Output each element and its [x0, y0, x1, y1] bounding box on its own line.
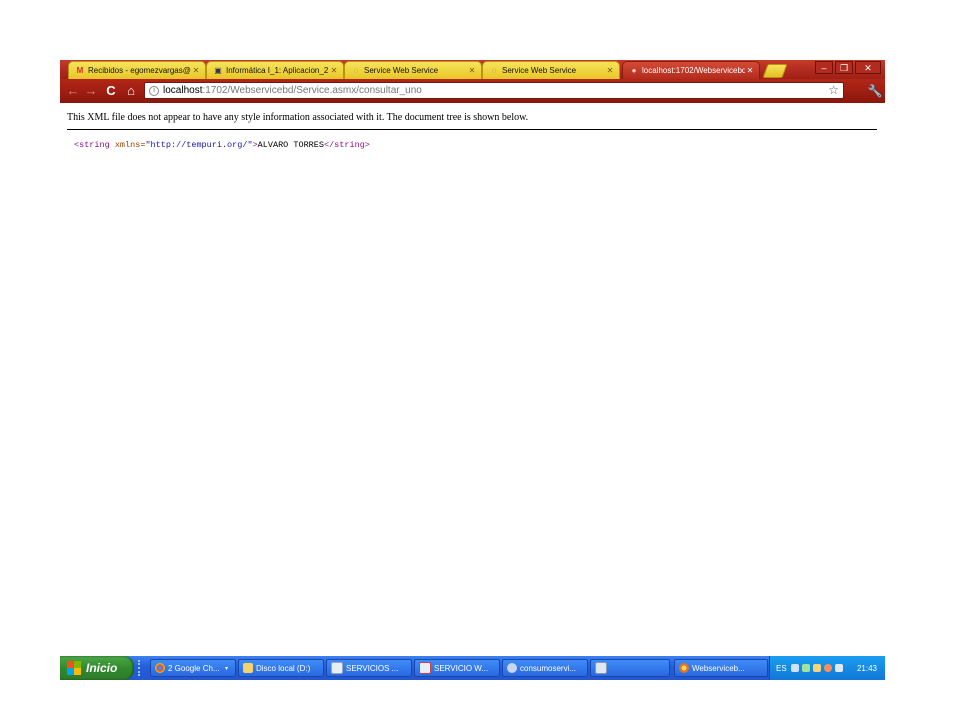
taskbar-item-label: 2 Google Ch...	[168, 663, 220, 673]
reload-button[interactable]: C	[102, 82, 120, 100]
chrome-icon	[155, 663, 165, 673]
tab-label: localhost:1702/Webservicebd/	[642, 66, 745, 75]
forward-button[interactable]: →	[82, 82, 100, 100]
xml-attr-name: xmlns=	[109, 140, 146, 150]
system-tray: ES 21:43	[769, 656, 885, 680]
taskbar-item-consumoservi[interactable]: consumoservi...	[502, 659, 588, 677]
tab-label: Informática I_1: Aplicacion_2	[226, 66, 329, 75]
antivirus-icon[interactable]	[823, 664, 832, 672]
minimize-button[interactable]: –	[815, 61, 833, 74]
close-icon[interactable]: ✕	[745, 66, 755, 75]
browser-icon	[679, 663, 689, 673]
wrench-menu-icon[interactable]: 🔧	[866, 82, 884, 100]
chevron-down-icon: ▾	[225, 665, 229, 672]
taskbar-item-servicios[interactable]: SERVICIOS ...	[326, 659, 412, 677]
xml-open-tag: <string	[74, 140, 110, 150]
taskbar-item-app[interactable]	[590, 659, 670, 677]
xml-style-notice: This XML file does not appear to have an…	[67, 112, 529, 123]
close-window-button[interactable]: ✕	[855, 61, 881, 74]
screen: M Recibidos - egomezvargas@gr ✕ ▣ Inform…	[60, 60, 885, 680]
taskbar-item-disco-local[interactable]: Disco local (D:)	[238, 659, 324, 677]
divider	[67, 129, 877, 130]
start-button[interactable]: Inicio	[60, 656, 134, 680]
page-content: This XML file does not appear to have an…	[60, 103, 885, 653]
quick-launch-handle[interactable]	[138, 660, 148, 676]
address-bar[interactable]: i localhost:1702/Webservicebd/Service.as…	[144, 82, 844, 99]
close-icon[interactable]: ✕	[467, 66, 477, 75]
loading-icon: ◌	[353, 65, 359, 75]
start-label: Inicio	[86, 661, 118, 675]
taskbar-item-label: consumoservi...	[520, 663, 577, 673]
windows-logo-icon	[67, 661, 81, 675]
xml-text-value: ALVARO TORRES	[257, 140, 324, 150]
loading-icon: ◌	[491, 65, 497, 75]
volume-icon[interactable]	[834, 664, 843, 672]
taskbar: Inicio 2 Google Ch... ▾ Disco local (D:)…	[60, 656, 885, 680]
taskbar-item-chrome[interactable]: 2 Google Ch... ▾	[150, 659, 236, 677]
moodle-icon: ▣	[214, 65, 222, 75]
back-button[interactable]: ←	[64, 82, 82, 100]
update-icon[interactable]	[812, 664, 821, 672]
xml-document-tree: <string xmlns="http://tempuri.org/">ALVA…	[74, 140, 370, 150]
clock: 21:43	[856, 663, 877, 673]
close-icon[interactable]: ✕	[605, 66, 615, 75]
app-icon	[595, 662, 607, 674]
tab-label: Service Web Service	[364, 66, 439, 75]
home-button[interactable]: ⌂	[122, 82, 140, 100]
tab-localhost[interactable]: ● localhost:1702/Webservicebd/ ✕	[622, 61, 760, 79]
tab-service-web-service-2[interactable]: ◌ Service Web Service ✕	[482, 61, 620, 79]
close-icon[interactable]: ✕	[191, 66, 201, 75]
restore-button[interactable]: ❐	[835, 61, 853, 74]
new-tab-button[interactable]	[762, 64, 788, 78]
page-info-icon[interactable]: i	[149, 85, 159, 96]
address-host: localhost	[163, 85, 203, 96]
window-icon	[419, 662, 431, 674]
taskbar-item-webserviceb[interactable]: Webserviceb...	[674, 659, 768, 677]
page-icon: ●	[631, 65, 637, 75]
taskbar-item-servicio-w[interactable]: SERVICIO W...	[414, 659, 500, 677]
close-icon[interactable]: ✕	[329, 66, 339, 75]
network-icon[interactable]	[790, 664, 799, 672]
address-path: :1702/Webservicebd/Service.asmx/consulta…	[202, 85, 422, 96]
window-controls: – ❐ ✕	[815, 61, 881, 74]
tab-service-web-service-1[interactable]: ◌ Service Web Service ✕	[344, 61, 482, 79]
tab-informatica[interactable]: ▣ Informática I_1: Aplicacion_2 ✕	[206, 61, 344, 79]
bookmark-star-icon[interactable]: ☆	[828, 83, 839, 98]
xml-close-tag: </string>	[323, 140, 370, 150]
tab-gmail[interactable]: M Recibidos - egomezvargas@gr ✕	[68, 61, 206, 79]
tab-label: Service Web Service	[502, 66, 577, 75]
taskbar-item-label: Webserviceb...	[692, 663, 745, 673]
visual-studio-icon	[507, 663, 517, 673]
folder-icon	[243, 663, 253, 673]
window-icon	[331, 662, 343, 674]
taskbar-item-label: Disco local (D:)	[256, 663, 311, 673]
tab-label: Recibidos - egomezvargas@gr	[88, 66, 191, 75]
taskbar-item-label: SERVICIO W...	[434, 663, 489, 673]
tab-strip: M Recibidos - egomezvargas@gr ✕ ▣ Inform…	[60, 60, 885, 79]
taskbar-item-label: SERVICIOS ...	[346, 663, 399, 673]
language-indicator[interactable]: ES	[776, 664, 787, 673]
security-icon[interactable]	[801, 664, 810, 672]
gmail-icon: M	[76, 65, 84, 75]
browser-toolbar: ← → C ⌂ i localhost:1702/Webservicebd/Se…	[60, 79, 885, 103]
xml-attr-value: "http://tempuri.org/"	[145, 140, 253, 150]
